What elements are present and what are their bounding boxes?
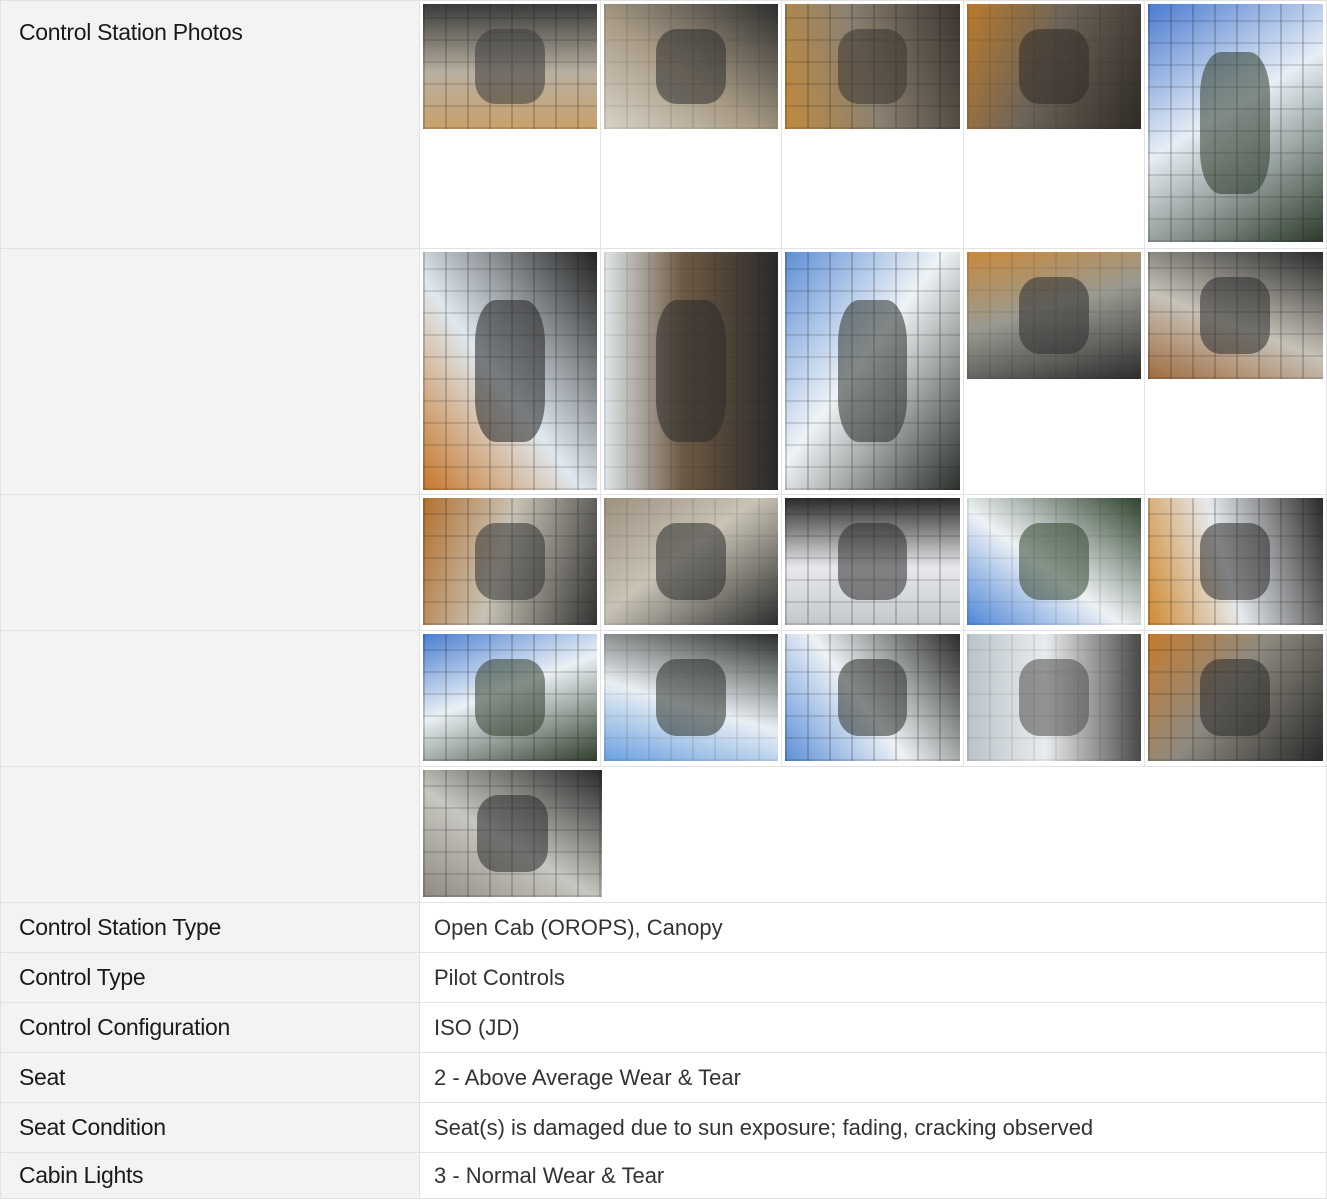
- control-type-label: Control Type: [0, 952, 420, 1003]
- cab-window-photo-3[interactable]: [423, 634, 598, 761]
- photo-grid: [419, 630, 1327, 767]
- photo-cell: [964, 495, 1145, 630]
- photo-cell: [601, 249, 783, 494]
- photo-cell: [964, 249, 1145, 494]
- lever-photo[interactable]: [1147, 252, 1323, 379]
- floor-lever-photo-2[interactable]: [604, 498, 779, 625]
- cabin-lights-value: 3 - Normal Wear & Tear: [419, 1152, 1327, 1199]
- side-console-photo[interactable]: [785, 498, 960, 625]
- photo-cell: [782, 495, 964, 630]
- photo-row: [0, 248, 1327, 495]
- console-photo-1[interactable]: [785, 4, 960, 129]
- photo-cell: [420, 1, 602, 248]
- joystick-photo-1[interactable]: [423, 252, 598, 490]
- photo-cell: [420, 495, 602, 630]
- control-station-type-value: Open Cab (OROPS), Canopy: [419, 902, 1327, 953]
- cabin-lights-label: Cabin Lights: [0, 1152, 420, 1199]
- detail-row-control-configuration: Control Configuration ISO (JD): [0, 1002, 1327, 1053]
- photo-cell: [964, 631, 1145, 766]
- seat-label: Seat: [0, 1052, 420, 1103]
- seat-condition-value: Seat(s) is damaged due to sun exposure; …: [419, 1102, 1327, 1153]
- photo-cell: [782, 249, 964, 494]
- photo-cell: [420, 249, 602, 494]
- photos-label-cell: [0, 494, 420, 631]
- floor-lever-photo-1[interactable]: [423, 498, 598, 625]
- photo-row: Control Station Photos: [0, 0, 1327, 249]
- equipment-details-table: Control Station Photos Control Station Ty…: [0, 0, 1327, 1199]
- photo-cell: [1145, 249, 1326, 494]
- console-photo-2[interactable]: [966, 4, 1141, 129]
- control-station-type-label: Control Station Type: [0, 902, 420, 953]
- photo-grid: [419, 248, 1327, 495]
- photos-section-label: Control Station Photos: [0, 0, 420, 249]
- control-configuration-value: ISO (JD): [419, 1002, 1327, 1053]
- seat-condition-label: Seat Condition: [0, 1102, 420, 1153]
- photo-cell: [782, 1, 964, 248]
- photo-grid: [419, 0, 1327, 249]
- seat-value: 2 - Above Average Wear & Tear: [419, 1052, 1327, 1103]
- side-frame-photo[interactable]: [1147, 498, 1323, 625]
- switch-photo[interactable]: [1147, 634, 1323, 761]
- control-configuration-label: Control Configuration: [0, 1002, 420, 1053]
- photo-cell: [782, 631, 964, 766]
- photo-cell: [1145, 1, 1326, 248]
- photo-cell: [420, 767, 605, 902]
- pedals-photo[interactable]: [966, 252, 1141, 379]
- handle-photo[interactable]: [423, 770, 602, 897]
- detail-row-control-station-type: Control Station Type Open Cab (OROPS), Ca…: [0, 902, 1327, 953]
- control-type-value: Pilot Controls: [419, 952, 1327, 1003]
- panel-photo-1[interactable]: [785, 252, 960, 490]
- photo-cell: [601, 495, 783, 630]
- cab-window-photo-2[interactable]: [966, 498, 1141, 625]
- detail-row-control-type: Control Type Pilot Controls: [0, 952, 1327, 1003]
- ignition-photo[interactable]: [966, 634, 1141, 761]
- photo-cell: [964, 1, 1145, 248]
- photo-grid: [419, 766, 1327, 903]
- joystick-photo-2[interactable]: [604, 252, 779, 490]
- panel-photo-3[interactable]: [785, 634, 960, 761]
- detail-row-cabin-lights: Cabin Lights 3 - Normal Wear & Tear: [0, 1152, 1327, 1199]
- photos-label-cell: [0, 766, 420, 903]
- cab-window-photo-1[interactable]: [1147, 4, 1323, 242]
- photos-label-cell: [0, 248, 420, 495]
- seat-photo-2[interactable]: [604, 4, 779, 129]
- photo-grid: [419, 494, 1327, 631]
- panel-photo-2[interactable]: [604, 634, 779, 761]
- photo-row: [0, 494, 1327, 631]
- photo-cell: [601, 631, 783, 766]
- photo-cell: [601, 1, 783, 248]
- photo-cell: [1145, 495, 1326, 630]
- photo-cell: [420, 631, 602, 766]
- detail-row-seat: Seat 2 - Above Average Wear & Tear: [0, 1052, 1327, 1103]
- photo-row: [0, 766, 1327, 903]
- photos-label-cell: [0, 630, 420, 767]
- seat-photo-1[interactable]: [423, 4, 598, 129]
- photo-row: [0, 630, 1327, 767]
- detail-row-seat-condition: Seat Condition Seat(s) is damaged due to …: [0, 1102, 1327, 1153]
- photo-cell: [1145, 631, 1326, 766]
